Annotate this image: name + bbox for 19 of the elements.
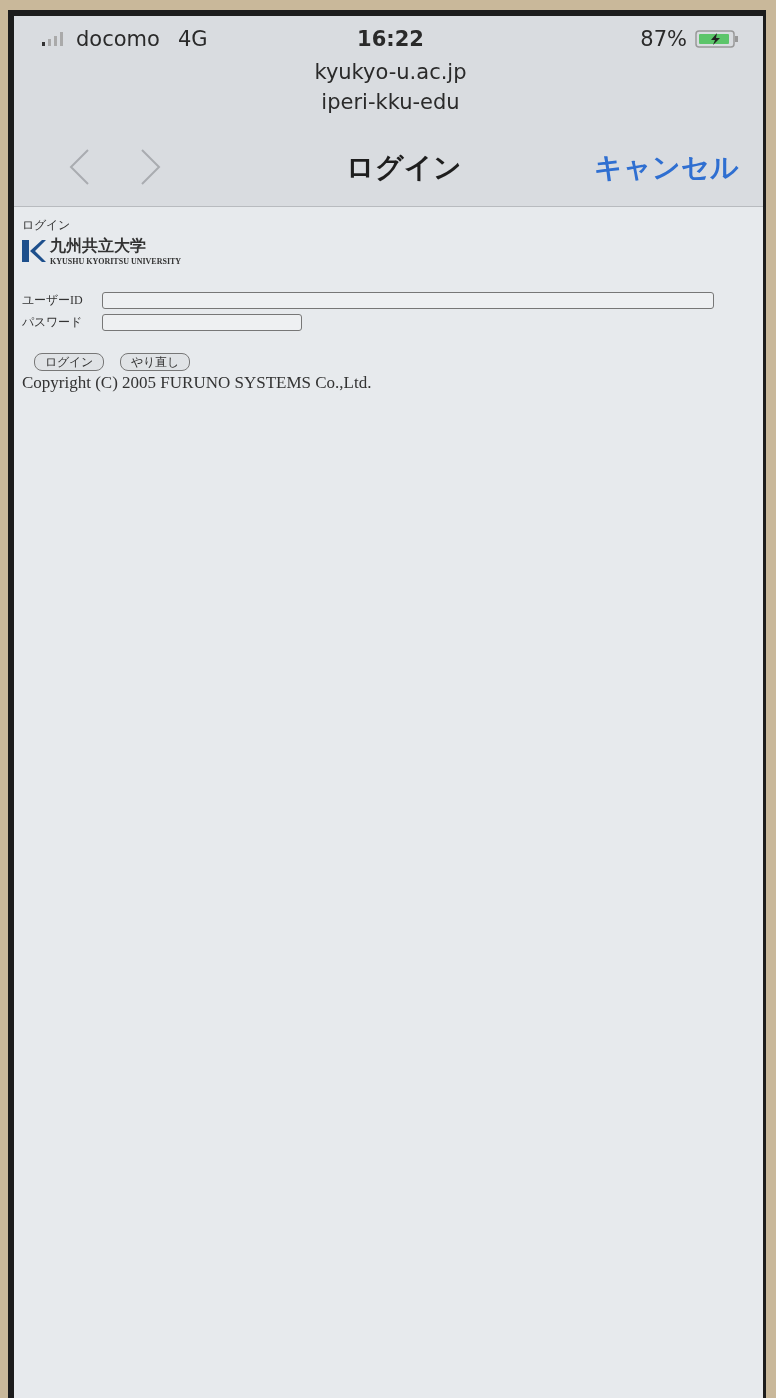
university-english-name: KYUSHU KYORITSU UNIVERSITY — [50, 257, 182, 266]
clock-time: 16:22 — [357, 27, 424, 51]
cancel-button[interactable]: キャンセル — [509, 149, 739, 187]
form-button[interactable]: やり直し — [120, 353, 190, 371]
battery-percent: 87% — [640, 27, 687, 51]
page-heading: ログイン — [22, 217, 71, 234]
page-title: ログイン — [345, 150, 462, 186]
input-field[interactable] — [102, 314, 302, 331]
copyright-text: Copyright (C) 2005 FURUNO SYSTEMS Co.,Ltd. — [22, 373, 373, 393]
university-name: 九州共立大学 — [50, 236, 147, 257]
field-label: パスワード — [22, 314, 83, 331]
site-domain: kyukyo-u.ac.jp — [314, 60, 467, 84]
input-field[interactable] — [102, 292, 714, 309]
university-logo-icon — [22, 240, 46, 262]
network-type: 4G — [177, 27, 208, 51]
form-button[interactable]: ログイン — [34, 353, 104, 371]
field-label: ユーザーID — [22, 292, 84, 309]
carrier-name: docomo — [76, 27, 160, 51]
site-subtitle: iperi-kku-edu — [321, 90, 460, 114]
